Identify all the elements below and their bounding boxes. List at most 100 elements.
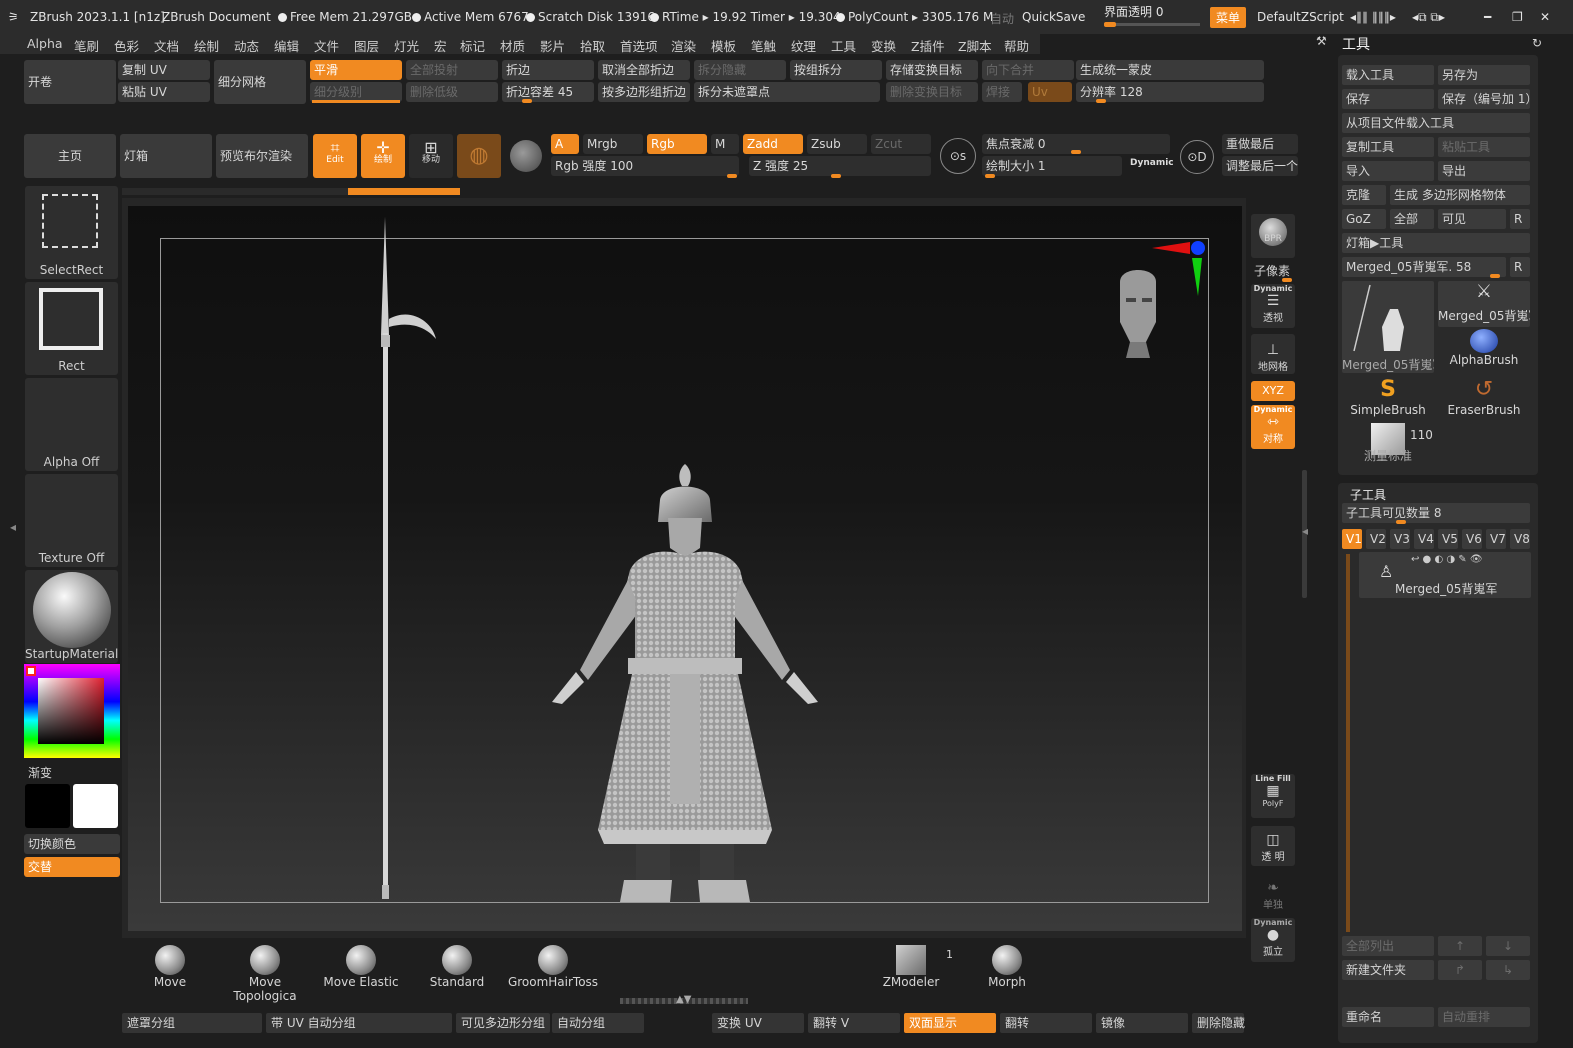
draw-mode-button[interactable]: ✛ 绘制	[361, 134, 405, 178]
close-icon[interactable]: ✕	[1540, 10, 1550, 24]
brush-move[interactable]: Move	[124, 945, 216, 995]
autogroup-button[interactable]: 自动分组	[552, 1013, 644, 1033]
z-intensity-knob[interactable]	[831, 174, 841, 178]
rgb-intensity-slider[interactable]: Rgb 强度 100	[551, 156, 739, 176]
version-v7[interactable]: V7	[1486, 529, 1506, 549]
left-tray-arrow-icon[interactable]: ◂	[10, 520, 16, 534]
menu-stroke[interactable]: 笔触	[751, 36, 776, 55]
alphabrush-tool[interactable]: AlphaBrush	[1438, 329, 1530, 375]
brush-groomhairtoss[interactable]: GroomHairToss	[507, 945, 599, 995]
uv-toggle[interactable]: Uv	[1028, 82, 1072, 102]
menu-color[interactable]: 色彩	[114, 36, 139, 55]
symmetry-button[interactable]: Dynamic ⇿ 对称	[1251, 405, 1295, 449]
transform-uv-button[interactable]: 变换 UV	[712, 1013, 804, 1033]
rename-button[interactable]: 重命名	[1342, 1007, 1434, 1027]
merge-down-button[interactable]: 向下合并	[982, 60, 1074, 80]
eraserbrush-tool[interactable]: ↺ EraserBrush	[1438, 377, 1530, 423]
folder-down-icon[interactable]: ↳	[1486, 960, 1530, 980]
brush-zmodeler[interactable]: ZModeler	[865, 945, 957, 995]
menu-light[interactable]: 灯光	[394, 36, 419, 55]
subtool-title[interactable]: 子工具	[1350, 486, 1386, 503]
polyframe-button[interactable]: Line Fill ▦ PolyF	[1251, 774, 1295, 818]
clone-button[interactable]: 克隆	[1342, 185, 1386, 205]
current-tool-knob[interactable]	[1490, 274, 1500, 278]
main-color-swatch[interactable]	[73, 784, 118, 828]
zsub-toggle[interactable]: Zsub	[807, 134, 867, 154]
goz-all-button[interactable]: 全部	[1390, 209, 1434, 229]
ghost-button[interactable]: ❧ 单独	[1251, 874, 1295, 914]
export-button[interactable]: 导出	[1438, 161, 1530, 181]
window-layout-icon[interactable]: ◂⧉ ⧉▸	[1412, 10, 1445, 25]
unified-skin-button[interactable]: 生成统一蒙皮	[1076, 60, 1264, 80]
ui-transparency-slider[interactable]: 界面透明 0	[1104, 3, 1200, 27]
switch-color-button[interactable]: 切换颜色	[24, 834, 120, 854]
rect-stroke-tool[interactable]: Rect	[25, 282, 118, 375]
uncrease-all-button[interactable]: 取消全部折边	[598, 60, 690, 80]
visible-count-knob[interactable]	[1396, 520, 1406, 524]
auto-reorder-button[interactable]: 自动重排	[1438, 1007, 1530, 1027]
brush-move-topological[interactable]: Move Topologica	[219, 945, 311, 1003]
subtool-item[interactable]: ♙ ↩ ● ◐ ◑ ✎ 👁 Merged_05背嵬军	[1359, 552, 1531, 598]
weld-button[interactable]: 焊接	[982, 82, 1022, 102]
menu-movie[interactable]: 影片	[540, 36, 565, 55]
uv-autogroup-button[interactable]: 带 UV 自动分组	[266, 1013, 452, 1033]
tool-thumb-merged-small[interactable]: ⚔ Merged_05背嵬军	[1438, 281, 1530, 327]
menu-zscript[interactable]: Z脚本	[958, 36, 992, 55]
folder-up-icon[interactable]: ↱	[1438, 960, 1482, 980]
menu-help[interactable]: 帮助	[1004, 36, 1029, 55]
lightbox-button[interactable]: 灯箱	[120, 134, 212, 178]
mask-group-button[interactable]: 遮罩分组	[122, 1013, 262, 1033]
menu-edit[interactable]: 编辑	[274, 36, 299, 55]
copy-tool-button[interactable]: 复制工具	[1342, 137, 1434, 157]
brush-move-elastic[interactable]: Move Elastic	[315, 945, 407, 995]
focal-shift-knob[interactable]	[1071, 150, 1081, 154]
list-all-button[interactable]: 全部列出	[1342, 936, 1434, 956]
d-stroke-icon[interactable]: ⊙D	[1180, 140, 1214, 174]
subpixel-label[interactable]: 子像素	[1254, 262, 1290, 279]
rotate-icon[interactable]	[510, 140, 542, 172]
xyz-axis-toggle[interactable]: XYZ	[1251, 381, 1295, 401]
menu-layer[interactable]: 图层	[354, 36, 379, 55]
goz-button[interactable]: GoZ	[1342, 209, 1386, 229]
subdivide-mesh-button[interactable]: 细分网格	[214, 60, 306, 104]
menu-picker[interactable]: 拾取	[580, 36, 605, 55]
m-toggle[interactable]: M	[711, 134, 739, 154]
version-v3[interactable]: V3	[1390, 529, 1410, 549]
menu-tool[interactable]: 工具	[831, 36, 856, 55]
preview-boolean-button[interactable]: 预览布尔渲染	[216, 134, 308, 178]
menu-button[interactable]: 菜单	[1210, 7, 1247, 28]
secondary-color-swatch[interactable]	[25, 784, 70, 828]
rgb-intensity-knob[interactable]	[727, 174, 737, 178]
make-polymesh-button[interactable]: 生成 多边形网格物体	[1390, 185, 1530, 205]
s-stroke-icon[interactable]: ⊙s	[940, 138, 976, 174]
load-tool-button[interactable]: 载入工具	[1342, 65, 1434, 85]
tool-panel-title[interactable]: 工具	[1342, 34, 1370, 54]
menu-render[interactable]: 渲染	[671, 36, 696, 55]
menu-file[interactable]: 文件	[314, 36, 339, 55]
paste-uv-button[interactable]: 粘贴 UV	[118, 82, 210, 102]
adjust-last-button[interactable]: 调整最后一个	[1222, 156, 1298, 176]
menu-stencil[interactable]: 模板	[711, 36, 736, 55]
delete-morph-button[interactable]: 删除变换目标	[886, 82, 978, 102]
menu-dynamics[interactable]: 动态	[234, 36, 259, 55]
project-all-button[interactable]: 全部投射	[406, 60, 498, 80]
simplebrush-tool[interactable]: S SimpleBrush	[1342, 377, 1434, 423]
color-square[interactable]	[38, 678, 104, 744]
subpixel-knob[interactable]	[1282, 278, 1292, 282]
refresh-icon[interactable]: ↻	[1532, 36, 1542, 50]
current-tool-slider[interactable]: Merged_05背嵬军. 58	[1342, 257, 1506, 277]
visible-polygroup-button[interactable]: 可见多边形分组	[456, 1013, 550, 1033]
menu-draw[interactable]: 绘制	[194, 36, 219, 55]
current-tool-r-button[interactable]: R	[1510, 257, 1530, 277]
alternate-toggle[interactable]: 交替	[24, 857, 120, 877]
menu-marker[interactable]: 标记	[460, 36, 485, 55]
material-selector[interactable]: StartupMaterial	[25, 570, 118, 663]
layout-icon[interactable]: ◂∥∥ ∥∥∥▸	[1350, 10, 1396, 24]
mirror-button[interactable]: 镜像	[1096, 1013, 1188, 1033]
copy-uv-button[interactable]: 复制 UV	[118, 60, 210, 80]
lightbox-tools-button[interactable]: 灯箱▶工具	[1342, 233, 1530, 253]
version-v5[interactable]: V5	[1438, 529, 1458, 549]
rgb-toggle[interactable]: Rgb	[647, 134, 707, 154]
version-v1[interactable]: V1	[1342, 529, 1362, 549]
dynamic-toggle[interactable]: Dynamic	[1130, 158, 1174, 168]
